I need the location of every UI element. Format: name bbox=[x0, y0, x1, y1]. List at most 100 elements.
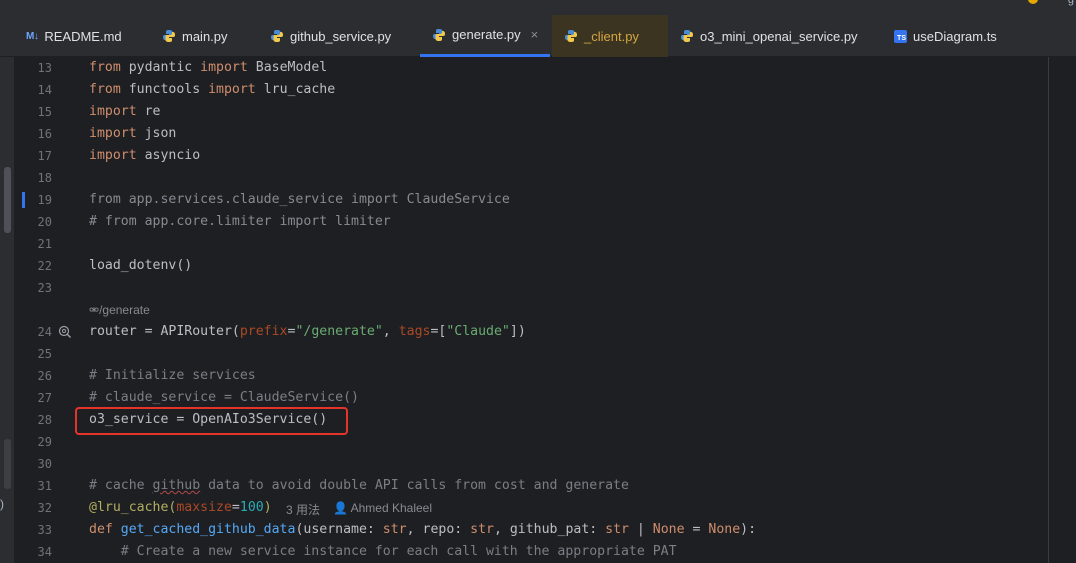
author-hint-text: Ahmed Khaleel bbox=[350, 501, 433, 515]
code-token: None bbox=[708, 522, 741, 537]
code-line-13: from pydantic import BaseModel bbox=[89, 57, 327, 79]
code-token: def bbox=[89, 522, 113, 537]
code-token: BaseModel bbox=[247, 60, 328, 75]
code-line-34: # Create a new service instance for each… bbox=[89, 544, 677, 559]
line-number: 22 bbox=[37, 259, 52, 273]
python-icon bbox=[163, 30, 175, 42]
code-editor[interactable]: from pydantic import BaseModel from func… bbox=[89, 57, 1050, 563]
code-token: , repo: bbox=[406, 522, 471, 537]
tab-main-py[interactable]: main.py bbox=[162, 15, 228, 57]
code-token: from bbox=[89, 60, 121, 75]
code-token: @lru_cache( bbox=[89, 500, 177, 515]
line-number: 20 bbox=[37, 215, 52, 229]
code-token: prefix bbox=[239, 324, 288, 339]
top-strip: g bbox=[0, 0, 1076, 15]
line-number: 25 bbox=[37, 347, 52, 361]
line-number: 28 bbox=[37, 413, 52, 427]
code-token: lru_cache bbox=[255, 82, 336, 97]
user-icon: 👤 bbox=[333, 501, 351, 515]
left-scrollbar-thumb[interactable] bbox=[4, 167, 11, 233]
link-icon: ⚮ bbox=[89, 303, 100, 317]
line-number: 15 bbox=[37, 105, 52, 119]
left-scrollbar-thumb-secondary[interactable] bbox=[4, 439, 11, 489]
tab-client-py[interactable]: _client.py bbox=[552, 15, 668, 57]
python-icon bbox=[565, 30, 577, 42]
code-token: import bbox=[89, 104, 137, 119]
code-token: import bbox=[200, 60, 248, 75]
tab-github-service-py[interactable]: github_service.py bbox=[270, 15, 391, 57]
code-line-24: router = APIRouter(prefix="/generate", t… bbox=[89, 321, 526, 343]
tab-usediagram-ts[interactable]: TS useDiagram.ts bbox=[894, 15, 997, 57]
line-number: 17 bbox=[37, 149, 52, 163]
line-number: 24 bbox=[37, 325, 52, 339]
author-hint[interactable]: 👤 Ahmed Khaleel bbox=[333, 501, 432, 515]
right-scroll-strip[interactable] bbox=[1050, 57, 1076, 563]
python-icon bbox=[433, 28, 445, 41]
code-line-22: load_dotenv() bbox=[89, 258, 193, 273]
code-line-14: from functools import lru_cache bbox=[89, 79, 335, 101]
code-token: , bbox=[382, 324, 399, 339]
code-token: "/generate" bbox=[295, 324, 383, 339]
code-line-20: # from app.core.limiter import limiter bbox=[89, 214, 391, 229]
code-token: get_cached_github_data bbox=[112, 522, 296, 537]
code-token: None bbox=[652, 522, 685, 537]
code-token: from bbox=[89, 82, 121, 97]
tab-o3-mini-openai-service-py[interactable]: o3_mini_openai_service.py bbox=[680, 15, 858, 57]
code-token: import bbox=[89, 148, 137, 163]
code-token: pydantic bbox=[120, 60, 201, 75]
line-number: 29 bbox=[37, 435, 52, 449]
code-line-17: import asyncio bbox=[89, 145, 200, 167]
code-token: tags bbox=[398, 324, 431, 339]
tab-label: useDiagram.ts bbox=[913, 28, 997, 44]
code-token: str bbox=[382, 522, 407, 537]
line-number: 14 bbox=[37, 83, 52, 97]
route-hint[interactable]: ⚮/generate bbox=[89, 303, 150, 317]
code-token: "Claude" bbox=[446, 324, 510, 339]
editor-tab-bar: M↓ README.md main.py github_service.py g… bbox=[0, 15, 1076, 57]
route-hint-text: /generate bbox=[99, 303, 150, 317]
tab-label: o3_mini_openai_service.py bbox=[700, 28, 858, 44]
tab-label: main.py bbox=[182, 28, 228, 44]
tab-generate-py[interactable]: generate.py × bbox=[420, 15, 551, 57]
line-number: 16 bbox=[37, 127, 52, 141]
code-line-26: # Initialize services bbox=[89, 368, 256, 383]
code-token: , github_pat: bbox=[493, 522, 606, 537]
tab-readme[interactable]: M↓ README.md bbox=[26, 15, 122, 57]
line-number: 13 bbox=[37, 61, 52, 75]
code-token: = bbox=[231, 500, 240, 515]
usage-count-hint[interactable]: 3 用法 bbox=[286, 501, 320, 518]
code-token: str bbox=[605, 522, 629, 537]
line-number: 26 bbox=[37, 369, 52, 383]
endpoint-gutter-icon[interactable] bbox=[58, 325, 72, 339]
notification-badge-icon[interactable] bbox=[1028, 0, 1038, 4]
code-token: # cache bbox=[89, 478, 153, 493]
code-token: | bbox=[628, 522, 653, 537]
line-number: 34 bbox=[37, 545, 52, 559]
code-line-27: # claude_service = ClaudeService() bbox=[89, 390, 359, 405]
tab-label: generate.py bbox=[452, 27, 521, 42]
left-edge-glyph: ) bbox=[0, 497, 4, 511]
code-token: str bbox=[470, 522, 494, 537]
code-token: =[ bbox=[430, 324, 447, 339]
code-line-32: @lru_cache(maxsize=100) bbox=[89, 497, 272, 519]
line-number: 19 bbox=[37, 193, 52, 207]
code-token: data to avoid double API calls from cost… bbox=[200, 478, 629, 493]
tab-label: github_service.py bbox=[290, 28, 392, 44]
code-token: (username: bbox=[295, 522, 383, 537]
left-scroll-strip: ) bbox=[0, 57, 14, 563]
code-token: 100 bbox=[239, 500, 264, 515]
line-number: 21 bbox=[37, 237, 52, 251]
code-token: import bbox=[89, 126, 137, 141]
line-number: 31 bbox=[37, 479, 52, 493]
close-tab-icon[interactable]: × bbox=[531, 27, 539, 42]
line-number-gutter: 13 14 15 16 17 18 19 20 21 22 23 24 25 2… bbox=[14, 57, 76, 563]
code-token: functools bbox=[120, 82, 209, 97]
code-token: import bbox=[208, 82, 256, 97]
python-icon bbox=[271, 30, 283, 42]
code-line-33: def get_cached_github_data(username: str… bbox=[89, 519, 756, 541]
vcs-change-marker[interactable] bbox=[22, 192, 25, 208]
typescript-icon: TS bbox=[894, 29, 907, 43]
code-token: ]) bbox=[509, 324, 526, 339]
code-token: json bbox=[136, 126, 177, 141]
line-number: 33 bbox=[37, 523, 52, 537]
